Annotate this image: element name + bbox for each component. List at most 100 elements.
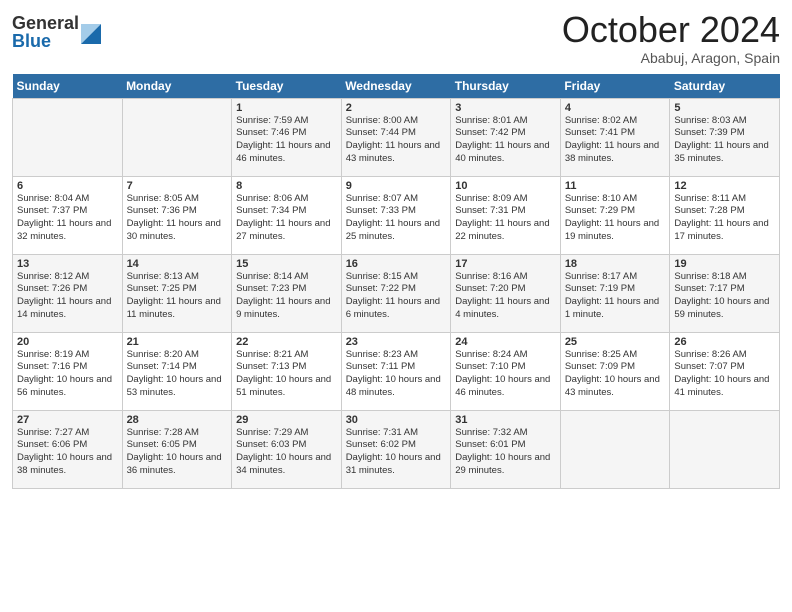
- day-info: Sunrise: 8:00 AM Sunset: 7:44 PM Dayligh…: [346, 115, 447, 166]
- calendar-cell: [670, 410, 780, 488]
- calendar-cell: 8Sunrise: 8:06 AM Sunset: 7:34 PM Daylig…: [232, 176, 342, 254]
- day-info: Sunrise: 7:29 AM Sunset: 6:03 PM Dayligh…: [236, 427, 337, 478]
- day-number: 3: [455, 102, 556, 114]
- day-number: 10: [455, 180, 556, 192]
- header-row: Sunday Monday Tuesday Wednesday Thursday…: [13, 74, 780, 99]
- calendar-cell: 19Sunrise: 8:18 AM Sunset: 7:17 PM Dayli…: [670, 254, 780, 332]
- calendar-cell: 26Sunrise: 8:26 AM Sunset: 7:07 PM Dayli…: [670, 332, 780, 410]
- logo-icon: [81, 16, 101, 44]
- day-number: 25: [565, 336, 666, 348]
- day-info: Sunrise: 7:59 AM Sunset: 7:46 PM Dayligh…: [236, 115, 337, 166]
- day-number: 11: [565, 180, 666, 192]
- calendar-week-1: 1Sunrise: 7:59 AM Sunset: 7:46 PM Daylig…: [13, 98, 780, 176]
- day-number: 15: [236, 258, 337, 270]
- day-info: Sunrise: 8:26 AM Sunset: 7:07 PM Dayligh…: [674, 349, 775, 400]
- calendar-cell: 30Sunrise: 7:31 AM Sunset: 6:02 PM Dayli…: [341, 410, 451, 488]
- page-container: General Blue October 2024 Ababuj, Aragon…: [0, 0, 792, 497]
- location: Ababuj, Aragon, Spain: [562, 50, 780, 66]
- day-info: Sunrise: 8:10 AM Sunset: 7:29 PM Dayligh…: [565, 193, 666, 244]
- calendar-cell: [13, 98, 123, 176]
- calendar-cell: 20Sunrise: 8:19 AM Sunset: 7:16 PM Dayli…: [13, 332, 123, 410]
- day-info: Sunrise: 8:07 AM Sunset: 7:33 PM Dayligh…: [346, 193, 447, 244]
- col-thursday: Thursday: [451, 74, 561, 99]
- day-number: 27: [17, 414, 118, 426]
- calendar-cell: 2Sunrise: 8:00 AM Sunset: 7:44 PM Daylig…: [341, 98, 451, 176]
- col-saturday: Saturday: [670, 74, 780, 99]
- day-number: 9: [346, 180, 447, 192]
- calendar-cell: 11Sunrise: 8:10 AM Sunset: 7:29 PM Dayli…: [560, 176, 670, 254]
- day-info: Sunrise: 8:13 AM Sunset: 7:25 PM Dayligh…: [127, 271, 228, 322]
- calendar-cell: 17Sunrise: 8:16 AM Sunset: 7:20 PM Dayli…: [451, 254, 561, 332]
- month-title: October 2024: [562, 10, 780, 50]
- col-sunday: Sunday: [13, 74, 123, 99]
- logo-general-text: General: [12, 14, 79, 32]
- day-info: Sunrise: 7:31 AM Sunset: 6:02 PM Dayligh…: [346, 427, 447, 478]
- day-info: Sunrise: 8:17 AM Sunset: 7:19 PM Dayligh…: [565, 271, 666, 322]
- day-info: Sunrise: 8:16 AM Sunset: 7:20 PM Dayligh…: [455, 271, 556, 322]
- day-info: Sunrise: 8:20 AM Sunset: 7:14 PM Dayligh…: [127, 349, 228, 400]
- day-number: 31: [455, 414, 556, 426]
- calendar-cell: 3Sunrise: 8:01 AM Sunset: 7:42 PM Daylig…: [451, 98, 561, 176]
- col-friday: Friday: [560, 74, 670, 99]
- day-number: 23: [346, 336, 447, 348]
- col-tuesday: Tuesday: [232, 74, 342, 99]
- day-info: Sunrise: 8:09 AM Sunset: 7:31 PM Dayligh…: [455, 193, 556, 244]
- calendar-week-5: 27Sunrise: 7:27 AM Sunset: 6:06 PM Dayli…: [13, 410, 780, 488]
- day-number: 13: [17, 258, 118, 270]
- day-info: Sunrise: 7:27 AM Sunset: 6:06 PM Dayligh…: [17, 427, 118, 478]
- calendar-cell: 14Sunrise: 8:13 AM Sunset: 7:25 PM Dayli…: [122, 254, 232, 332]
- day-number: 21: [127, 336, 228, 348]
- day-number: 17: [455, 258, 556, 270]
- day-number: 6: [17, 180, 118, 192]
- calendar-cell: 9Sunrise: 8:07 AM Sunset: 7:33 PM Daylig…: [341, 176, 451, 254]
- day-info: Sunrise: 7:32 AM Sunset: 6:01 PM Dayligh…: [455, 427, 556, 478]
- calendar-cell: [122, 98, 232, 176]
- day-number: 8: [236, 180, 337, 192]
- day-number: 1: [236, 102, 337, 114]
- header: General Blue October 2024 Ababuj, Aragon…: [12, 10, 780, 66]
- day-info: Sunrise: 8:18 AM Sunset: 7:17 PM Dayligh…: [674, 271, 775, 322]
- day-info: Sunrise: 8:01 AM Sunset: 7:42 PM Dayligh…: [455, 115, 556, 166]
- day-info: Sunrise: 7:28 AM Sunset: 6:05 PM Dayligh…: [127, 427, 228, 478]
- calendar-cell: 27Sunrise: 7:27 AM Sunset: 6:06 PM Dayli…: [13, 410, 123, 488]
- calendar-cell: 25Sunrise: 8:25 AM Sunset: 7:09 PM Dayli…: [560, 332, 670, 410]
- day-info: Sunrise: 8:03 AM Sunset: 7:39 PM Dayligh…: [674, 115, 775, 166]
- col-monday: Monday: [122, 74, 232, 99]
- title-block: October 2024 Ababuj, Aragon, Spain: [562, 10, 780, 66]
- calendar-week-2: 6Sunrise: 8:04 AM Sunset: 7:37 PM Daylig…: [13, 176, 780, 254]
- day-info: Sunrise: 8:24 AM Sunset: 7:10 PM Dayligh…: [455, 349, 556, 400]
- calendar-cell: 12Sunrise: 8:11 AM Sunset: 7:28 PM Dayli…: [670, 176, 780, 254]
- logo: General Blue: [12, 14, 101, 50]
- day-number: 16: [346, 258, 447, 270]
- calendar-cell: 10Sunrise: 8:09 AM Sunset: 7:31 PM Dayli…: [451, 176, 561, 254]
- day-info: Sunrise: 8:12 AM Sunset: 7:26 PM Dayligh…: [17, 271, 118, 322]
- calendar-cell: 4Sunrise: 8:02 AM Sunset: 7:41 PM Daylig…: [560, 98, 670, 176]
- calendar-table: Sunday Monday Tuesday Wednesday Thursday…: [12, 74, 780, 489]
- calendar-cell: 6Sunrise: 8:04 AM Sunset: 7:37 PM Daylig…: [13, 176, 123, 254]
- day-info: Sunrise: 8:11 AM Sunset: 7:28 PM Dayligh…: [674, 193, 775, 244]
- day-number: 22: [236, 336, 337, 348]
- day-number: 7: [127, 180, 228, 192]
- day-number: 30: [346, 414, 447, 426]
- calendar-cell: 21Sunrise: 8:20 AM Sunset: 7:14 PM Dayli…: [122, 332, 232, 410]
- calendar-week-4: 20Sunrise: 8:19 AM Sunset: 7:16 PM Dayli…: [13, 332, 780, 410]
- calendar-cell: 15Sunrise: 8:14 AM Sunset: 7:23 PM Dayli…: [232, 254, 342, 332]
- day-number: 19: [674, 258, 775, 270]
- day-number: 12: [674, 180, 775, 192]
- day-info: Sunrise: 8:05 AM Sunset: 7:36 PM Dayligh…: [127, 193, 228, 244]
- day-number: 24: [455, 336, 556, 348]
- day-info: Sunrise: 8:06 AM Sunset: 7:34 PM Dayligh…: [236, 193, 337, 244]
- day-number: 29: [236, 414, 337, 426]
- day-info: Sunrise: 8:21 AM Sunset: 7:13 PM Dayligh…: [236, 349, 337, 400]
- calendar-cell: 31Sunrise: 7:32 AM Sunset: 6:01 PM Dayli…: [451, 410, 561, 488]
- day-info: Sunrise: 8:25 AM Sunset: 7:09 PM Dayligh…: [565, 349, 666, 400]
- day-number: 5: [674, 102, 775, 114]
- calendar-cell: 29Sunrise: 7:29 AM Sunset: 6:03 PM Dayli…: [232, 410, 342, 488]
- day-info: Sunrise: 8:14 AM Sunset: 7:23 PM Dayligh…: [236, 271, 337, 322]
- calendar-cell: [560, 410, 670, 488]
- day-number: 4: [565, 102, 666, 114]
- col-wednesday: Wednesday: [341, 74, 451, 99]
- calendar-week-3: 13Sunrise: 8:12 AM Sunset: 7:26 PM Dayli…: [13, 254, 780, 332]
- logo-blue-text: Blue: [12, 32, 79, 50]
- calendar-cell: 13Sunrise: 8:12 AM Sunset: 7:26 PM Dayli…: [13, 254, 123, 332]
